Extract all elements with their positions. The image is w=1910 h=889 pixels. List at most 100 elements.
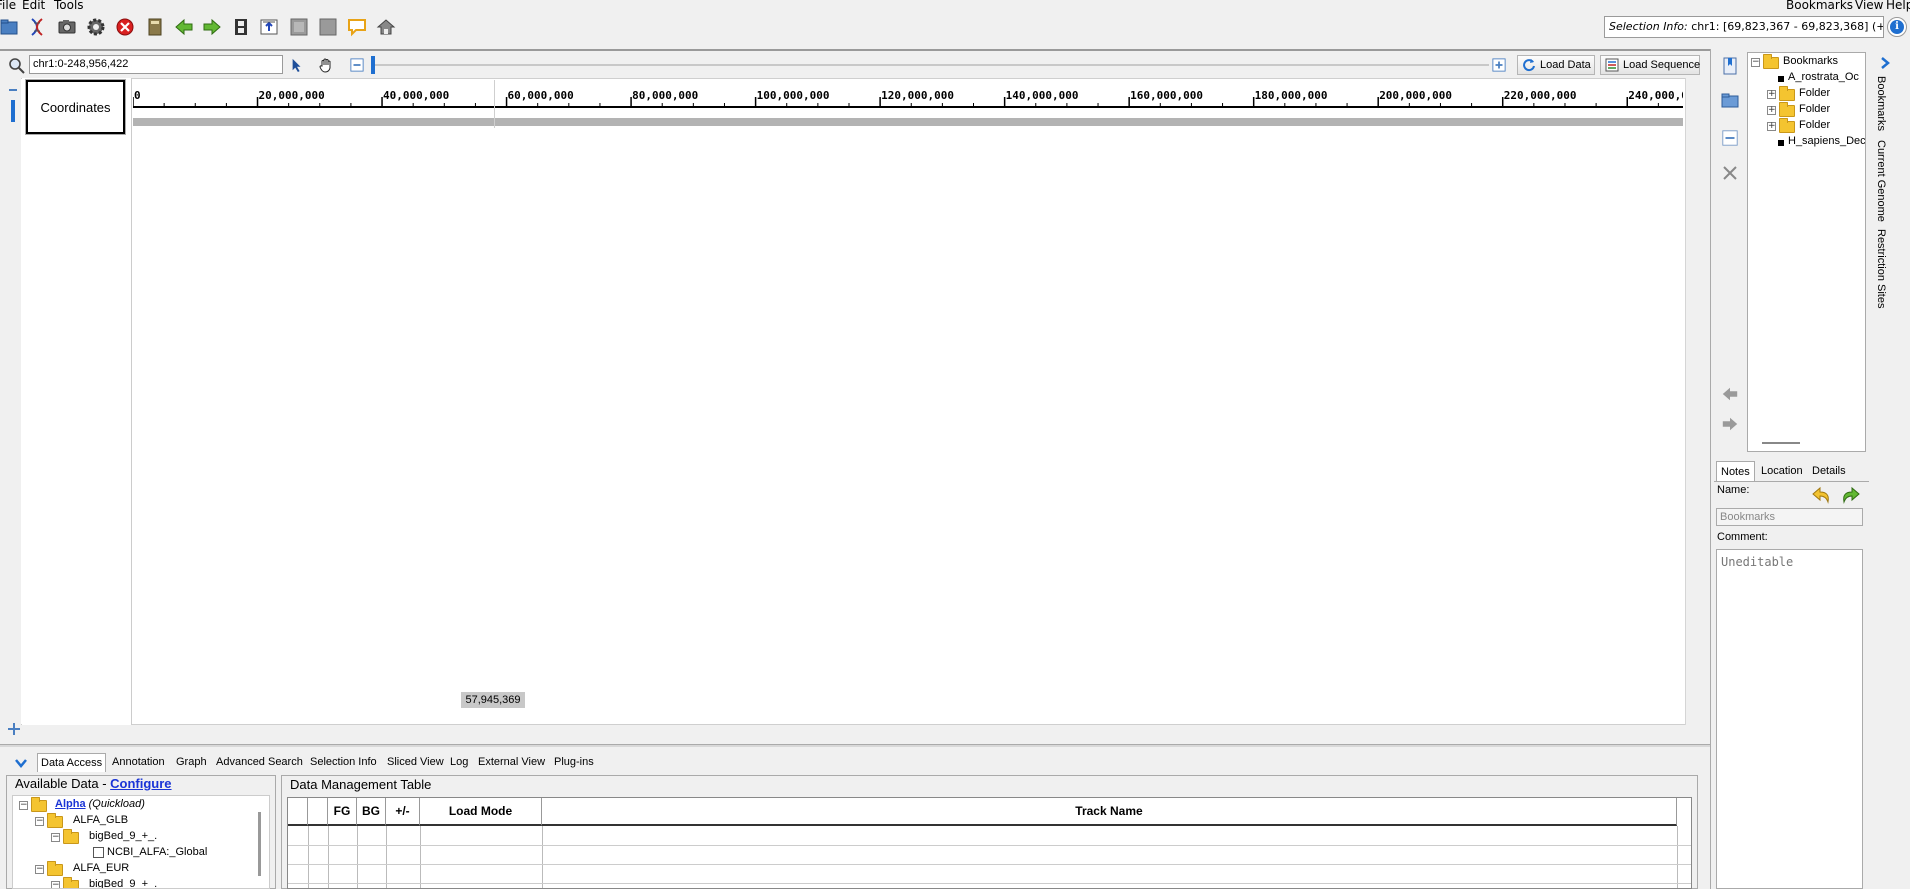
- bottom-panel-separator[interactable]: [0, 744, 1710, 747]
- search-icon[interactable]: [8, 57, 26, 75]
- bookmark-item-h-sapiens[interactable]: H_sapiens_Dec: [1788, 133, 1865, 149]
- column-header-fg[interactable]: FG: [328, 798, 357, 826]
- configure-link[interactable]: Configure: [110, 776, 171, 791]
- column-header-load-mode[interactable]: Load Mode: [420, 798, 542, 826]
- menu-view[interactable]: View: [1855, 0, 1883, 11]
- data-management-table[interactable]: FG BG +/- Load Mode Track Name: [287, 797, 1692, 889]
- menu-help[interactable]: Help: [1886, 0, 1910, 11]
- bookmarks-tree-scrollbar[interactable]: [1762, 442, 1800, 444]
- collapse-panel-icon[interactable]: [13, 755, 29, 771]
- zoom-out-icon[interactable]: [347, 56, 367, 74]
- load-sequence-button[interactable]: Load Sequence: [1600, 55, 1700, 75]
- collapse-node-icon[interactable]: −: [35, 865, 44, 874]
- delete-bookmark-icon[interactable]: [1716, 159, 1744, 187]
- bookmark-back-arrow-icon[interactable]: [1716, 380, 1744, 408]
- side-tab-bookmarks[interactable]: Bookmarks: [1875, 76, 1887, 131]
- collapse-node-icon[interactable]: −: [51, 881, 60, 888]
- load-data-button[interactable]: Load Data: [1517, 55, 1595, 75]
- tree-item-alpha[interactable]: Alpha (Quickload): [55, 796, 145, 812]
- menu-bookmarks[interactable]: Bookmarks: [1786, 0, 1853, 11]
- tab-log[interactable]: Log: [447, 753, 471, 772]
- info-icon[interactable]: i: [1887, 17, 1907, 37]
- bookmark-folder-1[interactable]: Folder: [1799, 85, 1830, 101]
- bookmark-item-a-rostrata[interactable]: A_rostrata_Oc: [1788, 69, 1859, 85]
- redo-icon[interactable]: [1838, 484, 1862, 508]
- tab-external-view[interactable]: External View: [475, 753, 548, 772]
- bookmark-folder-2[interactable]: Folder: [1799, 101, 1830, 117]
- horizontal-zoom-thumb[interactable]: [371, 56, 375, 74]
- tab-graph[interactable]: Graph: [173, 753, 210, 772]
- expand-panel-chevron-icon[interactable]: [1877, 55, 1893, 71]
- menu-file[interactable]: File: [0, 0, 16, 11]
- side-tab-restriction-sites[interactable]: Restriction Sites: [1875, 229, 1887, 308]
- add-bookmark-icon[interactable]: [1716, 52, 1744, 80]
- column-header-plus-minus[interactable]: +/-: [386, 798, 420, 826]
- vertical-zoom-out-icon[interactable]: [5, 82, 21, 98]
- panel-icon[interactable]: [288, 16, 310, 38]
- settings-gear-icon[interactable]: [85, 16, 107, 38]
- tab-location[interactable]: Location: [1757, 461, 1807, 481]
- column-header-blank-1[interactable]: [288, 798, 308, 826]
- tab-plug-ins[interactable]: Plug-ins: [551, 753, 597, 772]
- notebook-icon[interactable]: [144, 16, 166, 38]
- bookmark-name-field[interactable]: Bookmarks: [1716, 508, 1863, 526]
- vertical-zoom-thumb[interactable]: [11, 100, 15, 122]
- undo-icon[interactable]: [1810, 484, 1834, 508]
- tree-item-bigbed-2[interactable]: bigBed_9_+_.: [89, 876, 157, 888]
- remove-bookmark-icon[interactable]: [1716, 124, 1744, 152]
- select-pointer-icon[interactable]: [287, 56, 307, 74]
- tree-item-alfa-eur[interactable]: ALFA_EUR: [73, 860, 129, 876]
- camera-icon[interactable]: [56, 16, 78, 38]
- collapse-node-icon[interactable]: −: [19, 801, 28, 810]
- tree-item-ncbi-alfa-global[interactable]: NCBI_ALFA:_Global: [107, 844, 207, 860]
- collapse-node-icon[interactable]: −: [35, 817, 44, 826]
- film-icon[interactable]: [230, 16, 252, 38]
- collapse-node-icon[interactable]: −: [1751, 58, 1760, 67]
- add-folder-icon[interactable]: [1716, 86, 1744, 114]
- available-data-scrollbar[interactable]: [258, 812, 261, 876]
- tab-annotation[interactable]: Annotation: [109, 753, 168, 772]
- tab-selection-info[interactable]: Selection Info: [307, 753, 380, 772]
- bookmarks-tree[interactable]: − Bookmarks A_rostrata_Oc + Folder + Fol…: [1747, 52, 1866, 452]
- menu-tools[interactable]: Tools: [54, 0, 84, 11]
- column-header-bg[interactable]: BG: [357, 798, 386, 826]
- available-data-tree[interactable]: − Alpha (Quickload) − ALFA_GLB − bigBed_…: [12, 795, 270, 889]
- forward-arrow-icon[interactable]: [201, 16, 223, 38]
- tab-details[interactable]: Details: [1808, 461, 1850, 481]
- expand-node-icon[interactable]: +: [1767, 106, 1776, 115]
- tree-item-alfa-glb[interactable]: ALFA_GLB: [73, 812, 128, 828]
- track-checkbox[interactable]: [93, 847, 104, 858]
- coordinates-track-label[interactable]: Coordinates: [25, 79, 126, 135]
- column-header-blank-2[interactable]: [308, 798, 328, 826]
- bookmark-comment-field[interactable]: Uneditable: [1716, 549, 1863, 889]
- column-header-track-name[interactable]: Track Name: [542, 798, 1677, 826]
- menu-edit[interactable]: Edit: [22, 0, 45, 11]
- add-track-icon[interactable]: [6, 721, 22, 737]
- comment-icon[interactable]: [346, 16, 368, 38]
- expand-node-icon[interactable]: +: [1767, 122, 1776, 131]
- bookmark-folder-3[interactable]: Folder: [1799, 117, 1830, 133]
- dna-icon[interactable]: [26, 16, 48, 38]
- tab-notes[interactable]: Notes: [1716, 461, 1755, 481]
- track-view[interactable]: [5, 78, 1705, 725]
- hand-pan-icon[interactable]: [316, 56, 336, 74]
- side-tab-current-genome[interactable]: Current Genome: [1875, 140, 1887, 222]
- collapse-node-icon[interactable]: −: [51, 833, 60, 842]
- track-vertical-scrollbar[interactable]: [1685, 78, 1705, 725]
- horizontal-zoom-slider[interactable]: [374, 64, 1489, 66]
- back-arrow-icon[interactable]: [173, 16, 195, 38]
- zoom-in-icon[interactable]: [1489, 56, 1509, 74]
- bookmark-root[interactable]: Bookmarks: [1783, 53, 1838, 69]
- expand-node-icon[interactable]: +: [1767, 90, 1776, 99]
- coordinate-ruler[interactable]: 0 20,000,000 40,000,000 60,000,000 80,000,00…: [133, 78, 1683, 130]
- upload-icon[interactable]: [258, 16, 280, 38]
- cancel-icon[interactable]: [114, 16, 136, 38]
- tab-sliced-view[interactable]: Sliced View: [384, 753, 447, 772]
- panel-icon-2[interactable]: [317, 16, 339, 38]
- tree-item-bigbed[interactable]: bigBed_9_+_.: [89, 828, 157, 844]
- tab-advanced-search[interactable]: Advanced Search: [213, 753, 306, 772]
- home-icon[interactable]: [375, 16, 397, 38]
- tab-data-access[interactable]: Data Access: [37, 753, 107, 772]
- coordinate-input[interactable]: chr1:0-248,956,422: [29, 55, 283, 74]
- bookmark-forward-arrow-icon[interactable]: [1716, 410, 1744, 438]
